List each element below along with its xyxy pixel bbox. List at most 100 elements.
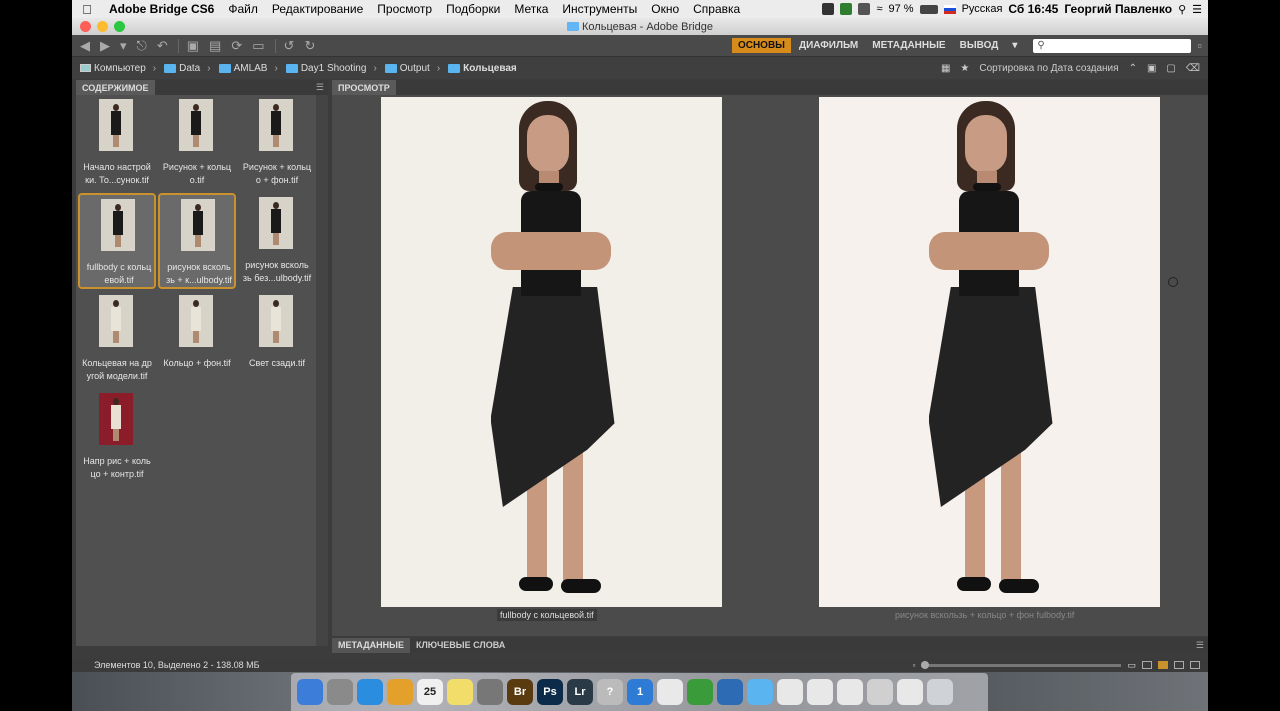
crumb-computer[interactable]: Компьютер ›: [80, 63, 156, 74]
spotlight-icon[interactable]: ⚲: [1178, 3, 1186, 16]
dropdown-arrow-icon[interactable]: ▾: [120, 38, 127, 54]
folder-icon[interactable]: [747, 679, 773, 705]
user-name[interactable]: Георгий Павленко: [1064, 2, 1172, 16]
lightroom-icon[interactable]: Lr: [567, 679, 593, 705]
thumbnail-image[interactable]: [99, 393, 133, 445]
output-icon[interactable]: ▭: [252, 38, 264, 54]
clock[interactable]: Сб 16:45: [1008, 2, 1058, 16]
thumbnail-large-icon[interactable]: ▭: [1127, 660, 1136, 671]
utorrent-icon[interactable]: [687, 679, 713, 705]
bluetooth-icon[interactable]: [858, 3, 871, 15]
preview-image-right[interactable]: [819, 97, 1160, 607]
view-thumbnails-icon[interactable]: [1158, 661, 1168, 669]
tab-keywords[interactable]: КЛЮЧЕВЫЕ СЛОВА: [410, 638, 511, 653]
close-button[interactable]: [80, 21, 91, 32]
search-input[interactable]: ⚲: [1033, 38, 1192, 53]
crumb-current-folder[interactable]: Кольцевая: [448, 63, 517, 74]
view-details-icon[interactable]: [1174, 661, 1184, 669]
crumb-day1-shooting[interactable]: Day1 Shooting ›: [285, 63, 377, 74]
wifi-icon[interactable]: ≈: [876, 3, 882, 15]
doc4-icon[interactable]: [867, 679, 893, 705]
quality-icon[interactable]: ▦: [941, 63, 950, 74]
1password-icon[interactable]: 1: [627, 679, 653, 705]
workspace-filmstrip[interactable]: ДИАФИЛЬМ: [793, 38, 864, 53]
slider-knob[interactable]: [921, 660, 930, 669]
thumbnail-small-icon[interactable]: ▫: [913, 661, 916, 670]
crumb-output[interactable]: Output ›: [384, 63, 440, 74]
forward-arrow-icon[interactable]: ▶: [100, 38, 110, 54]
doc5-icon[interactable]: [897, 679, 923, 705]
doc3-icon[interactable]: [837, 679, 863, 705]
zoom-button[interactable]: [114, 21, 125, 32]
thumbnail-image[interactable]: [99, 295, 133, 347]
tab-preview[interactable]: ПРОСМОТР: [332, 80, 396, 95]
workspace-more-chevron-icon[interactable]: ▾: [1006, 38, 1023, 53]
thumbnail-item[interactable]: Свет сзади.tif: [238, 291, 316, 387]
bridge-icon[interactable]: Br: [507, 679, 533, 705]
thumbnail-image[interactable]: [259, 295, 293, 347]
thumbnail-item[interactable]: рисунок всколь зь + к...ulbody.tif: [158, 193, 236, 289]
trash-icon[interactable]: ⌫: [1186, 63, 1200, 74]
input-language[interactable]: Русская: [962, 3, 1003, 15]
thumbnail-image[interactable]: [259, 197, 293, 249]
chrome-icon[interactable]: [387, 679, 413, 705]
menu-label[interactable]: Метка: [507, 2, 555, 16]
minimize-button[interactable]: [97, 21, 108, 32]
view-list-icon[interactable]: [1190, 661, 1200, 669]
menu-edit[interactable]: Редактирование: [265, 2, 370, 16]
back-arrow-icon[interactable]: ◀: [80, 38, 90, 54]
new-folder-icon[interactable]: ▢: [1166, 63, 1175, 74]
notifications-icon[interactable]: ☰: [1192, 3, 1202, 16]
evernote-icon[interactable]: [840, 3, 853, 15]
doc1-icon[interactable]: [777, 679, 803, 705]
rotate-left-icon[interactable]: ↺: [284, 38, 295, 54]
safari-icon[interactable]: [357, 679, 383, 705]
crumb-amlab[interactable]: AMLAB ›: [218, 63, 278, 74]
apple-icon[interactable]: : [72, 2, 102, 17]
panel-menu-icon[interactable]: ☰: [1196, 640, 1208, 651]
doc2-icon[interactable]: [807, 679, 833, 705]
sort-ascending-icon[interactable]: ⌃: [1129, 63, 1137, 74]
workspace-metadata[interactable]: МЕТАДАННЫЕ: [866, 38, 951, 53]
thumbnail-item[interactable]: fullbody с кольц евой.tif: [78, 193, 156, 289]
tab-metadata[interactable]: МЕТАДАННЫЕ: [332, 638, 410, 653]
thumbnail-item[interactable]: Начало настрой ки. То...сунок.tif: [78, 95, 156, 191]
menu-tools[interactable]: Инструменты: [555, 2, 644, 16]
notes-icon[interactable]: [447, 679, 473, 705]
thumbnail-item[interactable]: Напр рис + коль цо + контр.tif: [78, 389, 156, 485]
open-recent-folder-icon[interactable]: ▣: [1147, 63, 1156, 74]
panel-menu-icon[interactable]: ☰: [316, 82, 328, 93]
menu-help[interactable]: Справка: [686, 2, 747, 16]
finder-icon[interactable]: [297, 679, 323, 705]
calendar-icon[interactable]: 25: [417, 679, 443, 705]
return-to-photoshop-icon[interactable]: ↶: [157, 38, 168, 54]
timemachine-icon[interactable]: [822, 3, 835, 15]
thumbnail-item[interactable]: Кольцевая на др угой модели.tif: [78, 291, 156, 387]
photoshop-icon[interactable]: Ps: [537, 679, 563, 705]
recent-files-icon[interactable]: ⎋: [137, 38, 147, 54]
filter-star-icon[interactable]: ★: [960, 63, 969, 74]
menu-view[interactable]: Просмотр: [370, 2, 439, 16]
preview-image-left[interactable]: [381, 97, 722, 607]
thumbnail-image[interactable]: [181, 199, 215, 251]
trash-icon[interactable]: [927, 679, 953, 705]
thumbnail-image[interactable]: [179, 99, 213, 151]
launchpad-icon[interactable]: [327, 679, 353, 705]
quicktime-icon[interactable]: [717, 679, 743, 705]
thumbnail-image[interactable]: [101, 199, 135, 251]
thumbnail-item[interactable]: Рисунок + кольц о.tif: [158, 95, 236, 191]
grid-lock-icon[interactable]: [1142, 661, 1152, 669]
tab-content[interactable]: СОДЕРЖИМОЕ: [76, 80, 155, 95]
compact-mode-icon[interactable]: ▫: [1197, 38, 1202, 53]
thumbnail-item[interactable]: Рисунок + кольц о + фон.tif: [238, 95, 316, 191]
rotate-right-icon[interactable]: ↻: [304, 38, 315, 54]
menu-file[interactable]: Файл: [221, 2, 265, 16]
thumbnail-item[interactable]: рисунок всколь зь без...ulbody.tif: [238, 193, 316, 289]
textedit-icon[interactable]: [657, 679, 683, 705]
camera-import-icon[interactable]: ▣: [187, 38, 199, 54]
thumbnail-item[interactable]: Кольцо + фон.tif: [158, 291, 236, 387]
app-menu[interactable]: Adobe Bridge CS6: [102, 2, 221, 16]
crumb-data[interactable]: Data ›: [164, 63, 211, 74]
workspace-essentials[interactable]: ОСНОВЫ: [731, 38, 791, 53]
menu-window[interactable]: Окно: [644, 2, 686, 16]
